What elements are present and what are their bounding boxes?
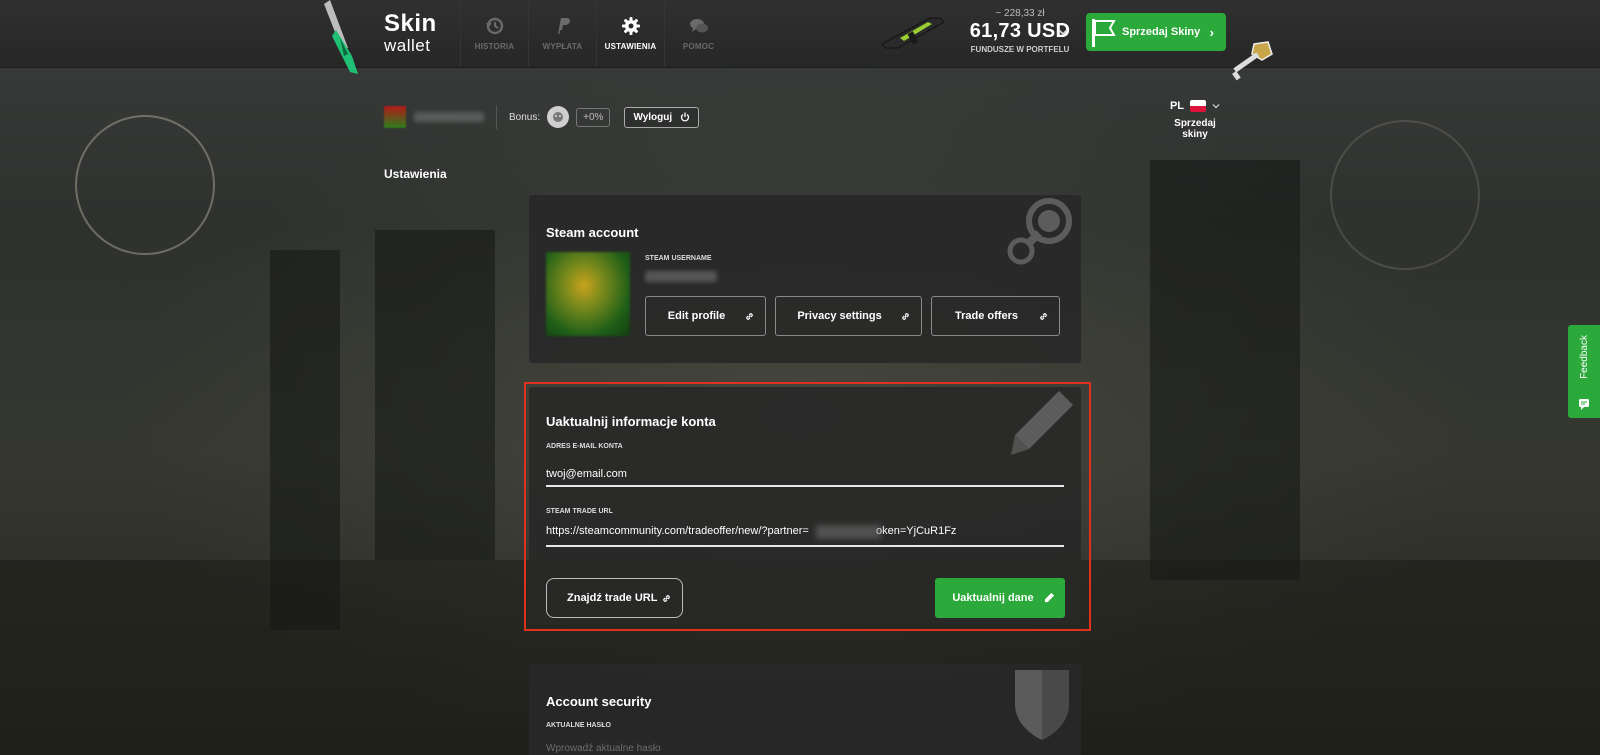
nav-pomoc[interactable]: POMOC	[664, 0, 732, 66]
pencil-icon	[1044, 592, 1055, 603]
bonus-rank-icon	[547, 106, 570, 128]
update-data-label: Uaktualnij dane	[952, 592, 1034, 604]
chevron-down-icon	[1212, 104, 1220, 109]
background-scene	[0, 0, 1600, 755]
account-security-panel: Account security AKTUALNE HASŁO	[529, 664, 1081, 755]
steam-username-label: STEAM USERNAME	[645, 255, 712, 262]
trade-url-redaction	[816, 525, 881, 539]
main-nav: HISTORIA WYPŁATA USTAWIENIA POMOC	[460, 0, 732, 66]
skinwallet-logo[interactable]: Skin wallet	[384, 10, 437, 55]
edit-profile-button[interactable]: Edit profile	[645, 296, 766, 336]
user-name-redacted	[414, 112, 484, 122]
update-data-button[interactable]: Uaktualnij dane	[935, 578, 1065, 618]
steam-logo-icon	[1007, 198, 1072, 265]
flag-icon	[1092, 19, 1116, 47]
nav-label: WYPŁATA	[542, 41, 583, 51]
feedback-icon	[1579, 399, 1589, 410]
find-trade-url-button[interactable]: Znajdź trade URL	[546, 578, 683, 618]
logout-button[interactable]: Wyloguj	[624, 106, 700, 128]
chevron-down-icon[interactable]	[1057, 26, 1069, 38]
rifle-skin-icon	[881, 17, 945, 49]
steam-account-title: Steam account	[546, 225, 639, 240]
current-password-label: AKTUALNE HASŁO	[546, 722, 611, 729]
feedback-label: Feedback	[1578, 335, 1590, 379]
nav-ustawienia[interactable]: USTAWIENIA	[596, 0, 664, 66]
user-avatar[interactable]	[384, 106, 406, 128]
balance-text: ~ 228,33 zł 61,73 USD FUNDUSZE W PORTFEL…	[950, 8, 1090, 54]
sell-skins-button[interactable]: Sprzedaj Skiny ›	[1086, 13, 1226, 51]
account-security-title: Account security	[546, 694, 652, 709]
find-trade-url-label: Znajdź trade URL	[567, 592, 658, 604]
balance-caption: FUNDUSZE W PORTFELU	[970, 45, 1070, 54]
sell-skins-label: Sprzedaj Skiny	[1122, 26, 1201, 38]
balance-usd: 61,73 USD	[969, 20, 1071, 42]
logout-label: Wyloguj	[633, 111, 673, 123]
privacy-settings-button[interactable]: Privacy settings	[775, 296, 922, 336]
feedback-tab[interactable]: Feedback	[1568, 325, 1600, 418]
current-password-field[interactable]	[546, 738, 1064, 755]
page-title: Ustawienia	[384, 167, 447, 181]
chat-bubbles-icon	[689, 18, 708, 32]
update-account-title: Uaktualnij informacje konta	[546, 414, 716, 429]
trade-url-field[interactable]	[546, 517, 1064, 547]
email-field[interactable]	[546, 463, 1064, 487]
arrow-right-icon: ›	[1209, 24, 1214, 40]
bonus-label: Bonus:	[509, 111, 541, 123]
steam-avatar	[546, 252, 630, 336]
gear-icon	[621, 16, 640, 35]
trade-url-label: STEAM TRADE URL	[546, 508, 613, 515]
top-navigation-bar: Skin wallet HISTORIA WYPŁATA USTAWIENIA …	[0, 0, 1600, 74]
update-account-panel: Uaktualnij informacje konta ADRES E-MAIL…	[529, 387, 1081, 625]
nav-wyplata[interactable]: WYPŁATA	[528, 0, 596, 66]
nav-label: POMOC	[682, 41, 715, 51]
nav-historia[interactable]: HISTORIA	[460, 0, 528, 66]
link-icon	[1040, 313, 1047, 320]
bonus-value: +0%	[576, 107, 611, 127]
privacy-settings-label: Privacy settings	[797, 310, 882, 322]
shield-icon	[1015, 670, 1069, 740]
link-icon	[663, 595, 670, 602]
language-sub-label: Sprzedaj skiny	[1174, 118, 1216, 140]
divider	[496, 105, 497, 129]
trade-offers-label: Trade offers	[955, 310, 1018, 322]
user-bar: Bonus: +0% Wyloguj	[384, 104, 700, 130]
steam-account-panel: Steam account STEAM USERNAME Edit profil…	[529, 195, 1081, 363]
nav-label: USTAWIENIA	[604, 41, 657, 51]
language-selector[interactable]: PL Sprzedaj skiny	[1160, 100, 1230, 140]
history-icon	[485, 17, 503, 34]
pencil-icon	[1011, 391, 1073, 455]
link-icon	[902, 313, 909, 320]
steam-username-redacted	[645, 271, 717, 282]
balance-pln: ~ 228,33 zł	[995, 8, 1045, 19]
logo-line2: wallet	[384, 36, 431, 55]
edit-profile-label: Edit profile	[667, 310, 726, 322]
paypal-icon	[557, 17, 570, 34]
key-icon	[1232, 41, 1273, 81]
poland-flag-icon	[1190, 100, 1207, 112]
knife-logo-icon	[324, 0, 358, 74]
logo-line1: Skin	[384, 10, 437, 37]
email-label: ADRES E-MAIL KONTA	[546, 443, 623, 450]
trade-offers-button[interactable]: Trade offers	[931, 296, 1060, 336]
link-icon	[746, 313, 753, 320]
power-icon	[681, 112, 690, 122]
language-code: PL	[1169, 100, 1185, 112]
nav-label: HISTORIA	[474, 41, 515, 51]
